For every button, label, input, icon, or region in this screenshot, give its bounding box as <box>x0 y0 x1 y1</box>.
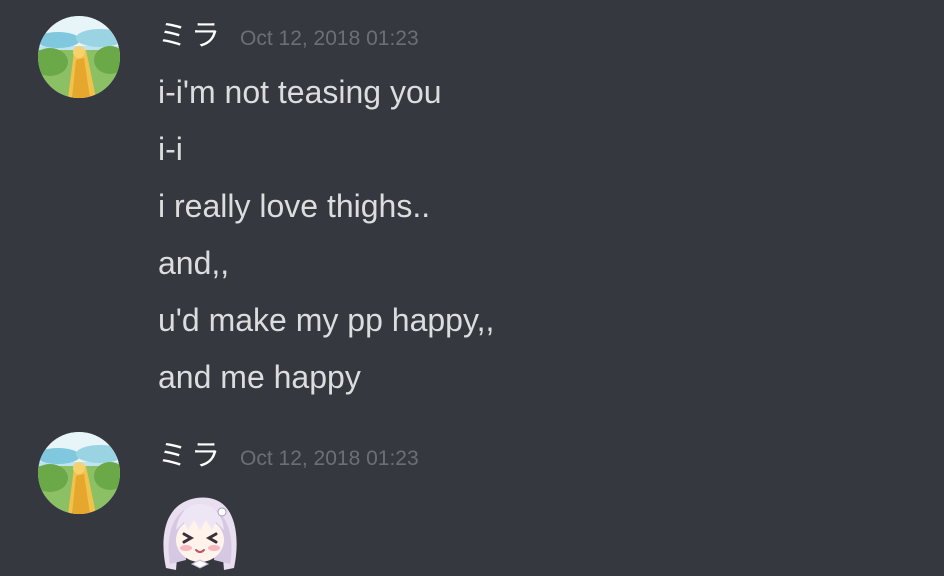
username[interactable]: ミラ <box>158 12 224 54</box>
blushing-anime-girl-emoji-icon[interactable] <box>156 490 242 576</box>
timestamp: Oct 12, 2018 01:23 <box>240 27 419 50</box>
message-header: ミラ Oct 12, 2018 01:23 <box>158 12 419 52</box>
message-content: i-i'm not teasing you i-i i really love … <box>158 70 494 412</box>
username[interactable]: ミラ <box>158 432 224 474</box>
message-line: i-i <box>158 131 183 167</box>
avatar-image <box>38 432 120 514</box>
message-line: and me happy <box>158 359 361 395</box>
avatar[interactable] <box>38 432 120 514</box>
timestamp: Oct 12, 2018 01:23 <box>240 447 419 470</box>
chat-messages: ミラ Oct 12, 2018 01:23 i-i'm not teasing … <box>0 0 944 576</box>
avatar[interactable] <box>38 16 120 98</box>
message-line: u'd make my pp happy,, <box>158 302 495 338</box>
avatar-image <box>38 16 120 98</box>
message-line: i-i'm not teasing you <box>158 74 442 110</box>
message-line: i really love thighs.. <box>158 188 431 224</box>
message-header: ミラ Oct 12, 2018 01:23 <box>158 432 419 472</box>
message-line: and,, <box>158 245 230 281</box>
